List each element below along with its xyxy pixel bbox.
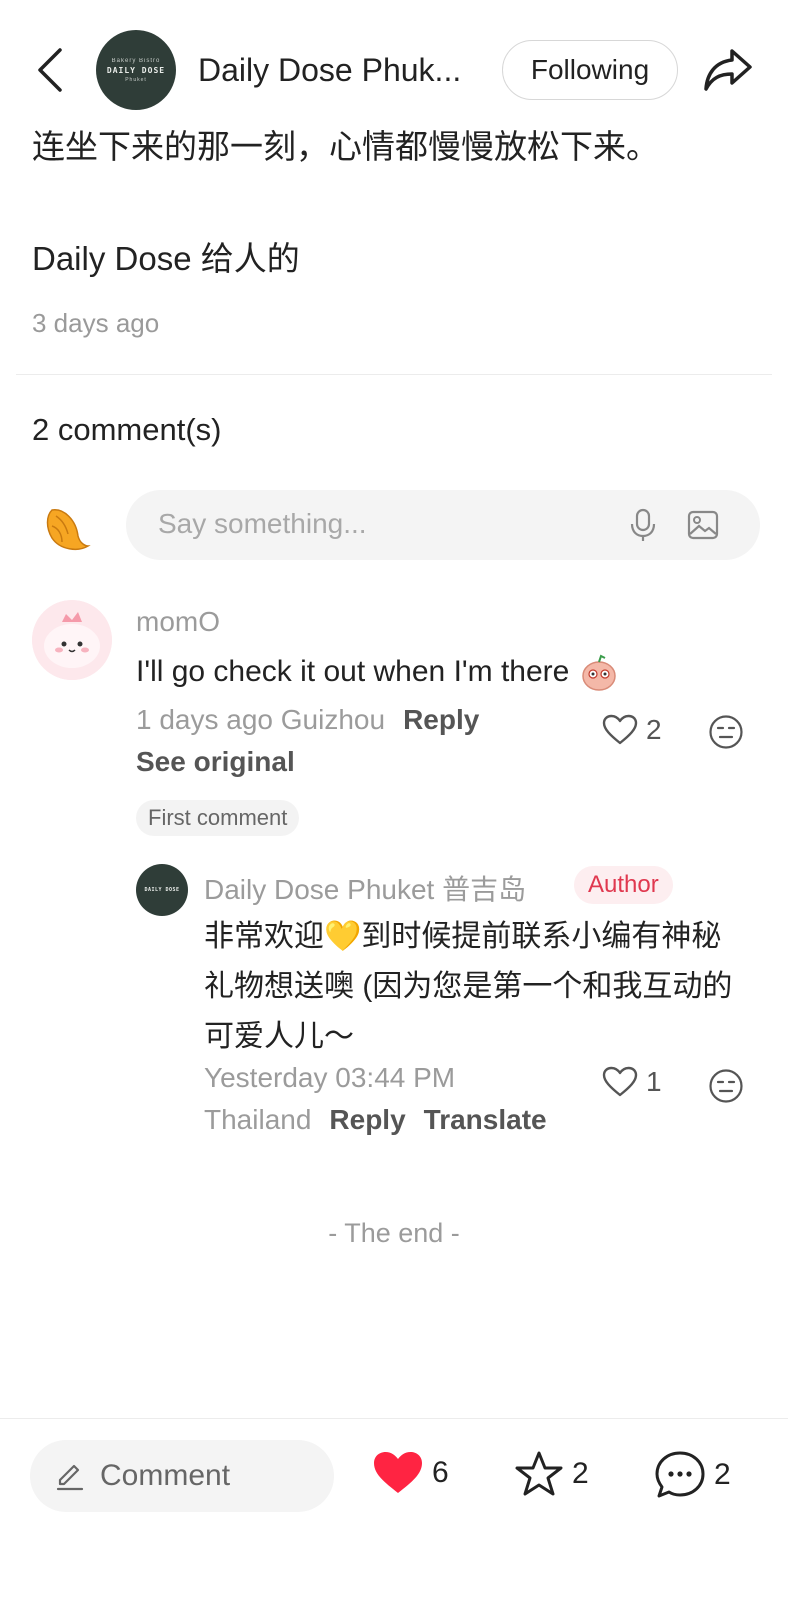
favorite-button[interactable]: 2 xyxy=(514,1450,589,1498)
post-text-line: Daily Dose 给人的 xyxy=(32,240,300,277)
reply-text-line: 礼物想送噢 (因为您是第一个和我互动的 xyxy=(204,970,733,1003)
back-button[interactable] xyxy=(30,45,70,95)
author-avatar[interactable]: DAILY DOSE xyxy=(136,864,188,916)
account-name[interactable]: Daily Dose Phuk... xyxy=(198,48,480,92)
face-icon xyxy=(709,1069,743,1103)
bottom-comment-input[interactable]: Comment xyxy=(30,1440,334,1512)
reply-text-line: 非常欢迎💛到时候提前联系小编有神秘 xyxy=(204,920,722,953)
top-bar: Bakery Bistro DAILY DOSE Phuket Daily Do… xyxy=(0,0,788,135)
chevron-left-icon xyxy=(38,48,62,92)
like-button[interactable]: 6 xyxy=(372,1450,449,1496)
post-text-line: 连坐下来的那一刻，心情都慢慢放松下来。 xyxy=(32,128,659,165)
pencil-icon xyxy=(54,1460,86,1492)
comment-input-placeholder: Say something... xyxy=(158,508,367,539)
share-icon xyxy=(704,49,752,91)
microphone-button[interactable] xyxy=(624,506,662,544)
comment-input[interactable]: Say something... xyxy=(126,490,760,560)
comment-count: 2 xyxy=(714,1458,731,1491)
end-of-comments: - The end - xyxy=(328,1218,460,1248)
favorite-count: 2 xyxy=(572,1457,589,1490)
reply-author-name[interactable]: Daily Dose Phuket 普吉岛 xyxy=(204,868,526,908)
comment-like-button[interactable]: 2 xyxy=(602,714,662,746)
like-count: 6 xyxy=(432,1456,449,1489)
account-avatar[interactable]: Bakery Bistro DAILY DOSE Phuket xyxy=(96,30,176,110)
image-icon xyxy=(687,510,719,540)
bottom-comment-label: Comment xyxy=(100,1459,231,1492)
face-icon xyxy=(709,715,743,749)
comment-text: I'll go check it out when I'm there xyxy=(136,655,570,688)
reply-text-line: 可爱人儿～ xyxy=(204,1020,354,1053)
heart-outline-icon xyxy=(602,714,638,745)
reply-date: Yesterday 03:44 PM xyxy=(204,1062,456,1093)
post-date: 3 days ago xyxy=(32,308,160,338)
comments-count: 2 comment(s) xyxy=(32,412,222,447)
emoji-react-button[interactable] xyxy=(708,714,744,750)
commenter-avatar[interactable] xyxy=(32,600,112,680)
share-button[interactable] xyxy=(700,44,756,96)
translate-button[interactable]: Translate xyxy=(424,1104,547,1135)
cartoon-avatar-icon xyxy=(32,600,112,680)
microphone-icon xyxy=(630,508,656,541)
following-button[interactable]: Following xyxy=(502,40,678,100)
reply-button[interactable]: Reply xyxy=(403,704,479,735)
author-badge: Author xyxy=(574,866,673,904)
reply-location: Thailand xyxy=(204,1104,312,1135)
comment-text-row: I'll go check it out when I'm there xyxy=(136,652,619,692)
star-outline-icon xyxy=(515,1451,563,1496)
reply-meta: Thailand Reply Translate xyxy=(204,1104,547,1136)
see-original-button[interactable]: See original xyxy=(136,746,295,778)
heart-filled-icon xyxy=(374,1452,422,1493)
comment-like-count: 2 xyxy=(646,714,662,745)
commenter-name[interactable]: momO xyxy=(136,606,220,638)
heart-outline-icon xyxy=(602,1066,638,1097)
bottom-divider xyxy=(0,1418,788,1419)
image-button[interactable] xyxy=(684,506,722,544)
divider xyxy=(16,374,772,375)
reply-like-count: 1 xyxy=(646,1066,662,1097)
reply-text: 非常欢迎💛到时候提前联系小编有神秘 礼物想送噢 (因为您是第一个和我互动的 可爱… xyxy=(204,912,764,1062)
reply-button[interactable]: Reply xyxy=(329,1104,405,1135)
cute-sticker-icon xyxy=(582,654,617,691)
comment-date-location: 1 days ago Guizhou xyxy=(136,704,386,735)
croissant-avatar-icon xyxy=(42,502,92,552)
comments-button[interactable]: 2 xyxy=(654,1450,731,1500)
reply-like-button[interactable]: 1 xyxy=(602,1066,662,1098)
comment-meta: 1 days ago Guizhou Reply xyxy=(136,704,479,736)
first-comment-badge: First comment xyxy=(136,800,300,836)
chat-bubble-icon xyxy=(655,1451,705,1498)
emoji-react-button[interactable] xyxy=(708,1068,744,1104)
